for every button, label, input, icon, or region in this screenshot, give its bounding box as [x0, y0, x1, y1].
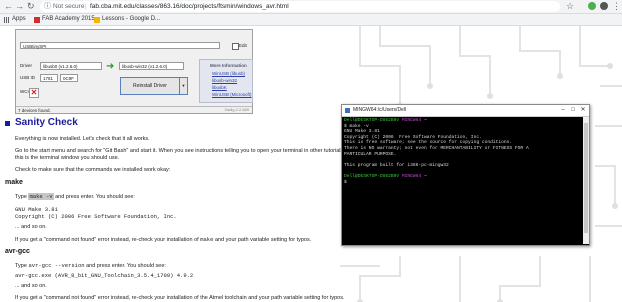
driver-current: libusb0 (v1.2.6.0): [40, 62, 102, 70]
intro-paragraph-2a: Go to the start menu and search for "Git…: [15, 148, 344, 154]
terminal-output[interactable]: Dell@DESKTOP-DS62B9V MINGW64 ~ $ make -v…: [344, 118, 574, 185]
close-icon[interactable]: ✕: [579, 105, 587, 116]
driver-target: libusb-win32 (v1.2.6.0): [119, 62, 184, 70]
info-link: WinUSB (libusb): [212, 71, 246, 76]
apps-icon: [4, 16, 10, 23]
star-icon[interactable]: ☆: [566, 1, 574, 12]
instruction-text: and press enter. You should see:: [86, 263, 166, 269]
status-bar: 7 devices found. Zadig 2.2.689: [16, 106, 252, 113]
inline-code: avr-gcc --version: [28, 262, 85, 269]
driver-label: Driver: [20, 63, 32, 68]
intro-paragraph-2b: this is the terminal window you should u…: [15, 155, 120, 161]
avr-gcc-instruction: Type avr-gcc --version and press enter. …: [15, 262, 166, 270]
terminal-scrollbar[interactable]: [583, 117, 589, 244]
terminal-title: MINGW64:/c/Users/Dell: [353, 107, 407, 113]
bookmark-label: FAB Academy 2015...: [42, 16, 100, 22]
scrollbar-thumb[interactable]: [584, 123, 588, 233]
info-link: libusbK: [212, 85, 227, 90]
extension-icon[interactable]: [588, 2, 596, 10]
terminal-cursor-line: $: [344, 179, 347, 185]
info-link: libusb-win32: [212, 78, 238, 83]
terminal-line: This is free software; see the source fo…: [344, 140, 513, 146]
profile-icon[interactable]: [600, 2, 608, 10]
edit-label: Edit: [239, 43, 247, 48]
terminal-line: GNU Make 3.81: [344, 129, 380, 135]
terminal-line: $ make -v: [344, 123, 369, 129]
usb-id-label: USB ID: [20, 75, 36, 80]
zadig-screenshot: USBtinySPI Edit Driver libusb0 (v1.2.6.0…: [15, 29, 253, 114]
usb-pid: 0C9F: [60, 74, 78, 82]
prompt-env: MINGW64: [401, 118, 422, 123]
prompt-user: Dell@DESKTOP-DS62B9V: [344, 173, 400, 179]
and-so-on: ... and so on.: [15, 224, 47, 230]
status-text: 7 devices found.: [18, 108, 51, 113]
avr-gcc-heading: avr-gcc: [5, 248, 30, 255]
type-text: Type: [15, 263, 27, 269]
and-so-on-2: ... and so on.: [15, 283, 47, 289]
heading-bullet-icon: [5, 121, 10, 126]
bookmark-fab-academy[interactable]: FAB Academy 2015...: [34, 14, 100, 25]
terminal-line: PARTICULAR PURPOSE.: [344, 151, 397, 157]
menu-icon[interactable]: ⋮: [612, 1, 621, 12]
note-text: If you get a "command not found" error i…: [15, 237, 199, 243]
prompt-path: ~: [423, 118, 427, 123]
make-error-note: If you get a "command not found" error i…: [15, 236, 311, 244]
minimize-icon[interactable]: –: [559, 105, 567, 116]
forward-icon[interactable]: →: [15, 1, 24, 12]
note-text: and your path variable setting for typos…: [214, 237, 312, 243]
browser-toolbar: ← → ↻ ⓘ Not secure | fab.cba.mit.edu/cla…: [0, 0, 622, 14]
more-information-panel: More Information WinUSB (libusb) libusb-…: [199, 59, 253, 103]
make-output-2: Copyright (C) 2006 Free Software Foundat…: [15, 213, 177, 220]
arrow-right-icon: ➜: [106, 61, 115, 72]
terminal-window[interactable]: MINGW64:/c/Users/Dell – □ ✕ Dell@DESKTOP…: [341, 104, 590, 246]
bookmark-apps[interactable]: Apps: [4, 14, 26, 25]
version-text: Zadig 2.2.689: [224, 107, 249, 112]
back-icon[interactable]: ←: [4, 1, 13, 12]
inline-code: make: [200, 236, 214, 243]
intro-paragraph-3: Check to make sure that the commands we …: [15, 167, 171, 173]
instruction-text: and press enter. You should see:: [55, 194, 135, 200]
reinstall-driver-button: Reinstall Driver: [120, 77, 180, 95]
make-heading: make: [5, 179, 23, 186]
bookmark-favicon-icon: [34, 16, 40, 23]
terminal-line: This program built for i386-pc-mingw32: [344, 162, 449, 168]
google-docs-icon: [94, 16, 100, 23]
prompt-user: Dell@DESKTOP-DS62B9V: [344, 118, 400, 123]
security-label: Not secure: [53, 3, 85, 10]
make-instruction: Type make -v and press enter. You should…: [15, 193, 135, 201]
maximize-icon[interactable]: □: [569, 105, 577, 116]
close-red-icon: ✕: [29, 88, 39, 98]
inline-code: make -v: [28, 193, 54, 200]
usb-vid: 1781: [40, 74, 58, 82]
bookmark-label: Apps: [12, 16, 26, 22]
type-text: Type: [15, 194, 27, 200]
mingw-icon: [345, 108, 350, 113]
bookmark-label: Lessons - Google D...: [102, 16, 161, 22]
intro-paragraph-1: Everything is now installed. Let's check…: [15, 136, 150, 142]
edit-checkbox: [232, 43, 239, 50]
address-bar[interactable]: ⓘ Not secure | fab.cba.mit.edu/classes/8…: [40, 1, 560, 12]
url-text[interactable]: fab.cba.mit.edu/classes/863.16/doc/proje…: [90, 1, 289, 12]
make-output-1: GNU Make 3.81: [15, 206, 58, 213]
terminal-line: There is NO warranty; not even for MERCH…: [344, 145, 529, 151]
device-select: USBtinySPI: [20, 42, 220, 49]
prompt-path: ~: [423, 173, 427, 179]
avr-gcc-output: avr-gcc.exe (AVR_8_bit_GNU_Toolchain_3.5…: [15, 272, 194, 279]
reload-icon[interactable]: ↻: [27, 1, 35, 12]
dropdown-arrow-icon: ▼: [179, 77, 188, 95]
prompt-env: MINGW64: [401, 173, 422, 179]
bookmark-lessons[interactable]: Lessons - Google D...: [94, 14, 160, 25]
avr-gcc-error-note: If you get a "command not found" error i…: [15, 295, 345, 301]
bookmarks-bar: Apps FAB Academy 2015... Lessons - Googl…: [0, 14, 622, 26]
info-icon[interactable]: ⓘ: [44, 1, 51, 12]
more-info-title: More Information: [210, 63, 247, 68]
terminal-titlebar[interactable]: MINGW64:/c/Users/Dell – □ ✕: [342, 105, 589, 117]
section-title: Sanity Check: [15, 117, 78, 128]
page-content: USBtinySPI Edit Driver libusb0 (v1.2.6.0…: [0, 26, 622, 302]
info-link: WinUSB (Microsoft): [212, 92, 252, 97]
